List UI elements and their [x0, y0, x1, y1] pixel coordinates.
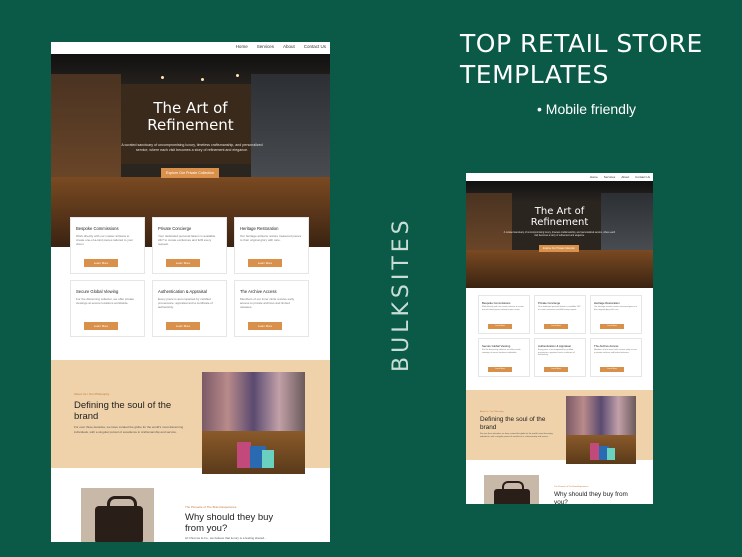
- service-card-desc: Every piece is accompanied by certified …: [538, 349, 575, 357]
- site-nav: Home Services About Contact Us: [466, 173, 653, 181]
- mobile-preview: Home Services About Contact Us The Art o…: [466, 173, 653, 504]
- hero-title: The Art of Refinement: [51, 100, 330, 134]
- hero-section: The Art of Refinement A curated sanctuar…: [466, 181, 653, 288]
- service-card: Bespoke Commissions Work directly with o…: [478, 295, 530, 334]
- service-card: Authentication & Appraisal Every piece i…: [534, 338, 586, 377]
- headline-line-1: TOP RETAIL STORE: [460, 29, 703, 58]
- service-card: Secure Global Viewing For the discerning…: [70, 280, 145, 337]
- about-section: About Us / Our Philosophy Defining the s…: [51, 360, 330, 474]
- service-card-button[interactable]: Learn More: [488, 367, 512, 372]
- headline: TOP RETAIL STORE TEMPLATES: [460, 28, 730, 90]
- about-title: Defining the soul of the brand: [74, 400, 172, 422]
- service-card-desc: Members of our inner circle receive earl…: [594, 349, 637, 354]
- nav-contact[interactable]: Contact Us: [304, 44, 326, 49]
- service-card-title: Secure Global Viewing: [76, 289, 119, 294]
- service-card: Heritage Restoration Our heritage artisa…: [590, 295, 642, 334]
- headline-line-2: TEMPLATES: [460, 60, 609, 89]
- service-card-title: Bespoke Commissions: [482, 301, 511, 305]
- why-body: At Chronos & Co., we believe that luxury…: [185, 536, 267, 540]
- about-eyebrow: About Us / Our Philosophy: [74, 392, 110, 396]
- service-card-button[interactable]: Learn More: [248, 259, 282, 267]
- about-eyebrow: About Us / Our Philosophy: [480, 411, 504, 413]
- leather-bag-image: [81, 488, 154, 542]
- service-card-button[interactable]: Learn More: [248, 322, 282, 330]
- hero-title-line-1: The Art of: [534, 206, 585, 217]
- service-card-title: Secure Global Viewing: [482, 344, 511, 348]
- nav-home[interactable]: Home: [236, 44, 248, 49]
- service-card-title: Private Concierge: [538, 301, 561, 305]
- service-card-button[interactable]: Learn More: [600, 367, 624, 372]
- hero-cta-button[interactable]: Explore Our Private Collection: [161, 168, 219, 178]
- brand-watermark: BULKSITES: [389, 216, 414, 372]
- hero-title: The Art of Refinement: [466, 206, 653, 228]
- nav-home[interactable]: Home: [590, 175, 598, 179]
- service-card-title: The Archive Access: [594, 344, 619, 348]
- service-card: Private Concierge Your dedicated persona…: [534, 295, 586, 334]
- hero-title-line-2: Refinement: [147, 116, 234, 134]
- service-card: The Archive Access Members of our inner …: [590, 338, 642, 377]
- nav-about[interactable]: About: [283, 44, 295, 49]
- service-card-title: Heritage Restoration: [240, 226, 279, 231]
- service-card-desc: For the discerning collector, we offer p…: [76, 297, 134, 305]
- service-card-title: The Archive Access: [240, 289, 277, 294]
- service-card-desc: Members of our inner circle receive earl…: [240, 297, 295, 309]
- service-card-desc: Our heritage artisans restore treasured …: [594, 306, 638, 311]
- why-eyebrow: The Pinnacle of The Brand Experience: [554, 486, 589, 488]
- about-section: About Us / Our Philosophy Defining the s…: [466, 390, 653, 464]
- hero-title-line-2: Refinement: [530, 217, 589, 228]
- desktop-preview: Home Services About Contact Us The Art o…: [51, 42, 330, 542]
- service-card: Bespoke Commissions Work directly with o…: [70, 217, 145, 274]
- why-title: Why should they buy from you?: [185, 512, 274, 534]
- about-title: Defining the soul of the brand: [480, 416, 546, 431]
- store-interior-image: [202, 372, 305, 474]
- service-card-desc: Every piece is accompanied by certified …: [158, 297, 213, 309]
- service-card-button[interactable]: Learn More: [544, 324, 568, 329]
- service-card-title: Bespoke Commissions: [76, 226, 119, 231]
- service-card-button[interactable]: Learn More: [166, 259, 200, 267]
- service-card-title: Authentication & Appraisal: [538, 344, 571, 348]
- service-card: Private Concierge Your dedicated persona…: [152, 217, 227, 274]
- hero-cta-button[interactable]: Explore Our Private Collection: [539, 245, 579, 252]
- about-body: For over three decades, we have curated …: [74, 425, 184, 434]
- hero-title-line-1: The Art of: [153, 99, 228, 117]
- service-card-button[interactable]: Learn More: [488, 324, 512, 329]
- about-body: For over three decades, we have curated …: [480, 433, 553, 438]
- leather-bag-image: [484, 475, 539, 504]
- service-card-title: Private Concierge: [158, 226, 192, 231]
- service-card-title: Authentication & Appraisal: [158, 289, 207, 294]
- service-card-desc: Work directly with our master artisans t…: [482, 306, 524, 311]
- service-card-button[interactable]: Learn More: [84, 259, 118, 267]
- hero-subtitle: A curated sanctuary of uncompromising lu…: [121, 143, 263, 152]
- service-card-button[interactable]: Learn More: [544, 367, 568, 372]
- why-title: Why should they buy from you?: [554, 491, 628, 504]
- nav-about[interactable]: About: [621, 175, 629, 179]
- site-nav: Home Services About Contact Us: [51, 42, 330, 54]
- service-card: The Archive Access Members of our inner …: [234, 280, 309, 337]
- hero-subtitle: A curated sanctuary of uncompromising lu…: [503, 232, 616, 237]
- service-card-desc: Work directly with our master artisans t…: [76, 234, 134, 246]
- nav-contact[interactable]: Contact Us: [635, 175, 650, 179]
- service-card-desc: Your dedicated personal liaison is avail…: [538, 306, 581, 311]
- why-section: The Pinnacle of The Brand Experience Why…: [466, 465, 653, 504]
- feature-bullet: • Mobile friendly: [537, 101, 637, 117]
- service-card-desc: Our heritage artisans restore treasured …: [240, 234, 302, 242]
- service-card: Authentication & Appraisal Every piece i…: [152, 280, 227, 337]
- service-card-desc: For the discerning collector, we offer p…: [482, 349, 521, 354]
- service-card-desc: Your dedicated personal liaison is avail…: [158, 234, 216, 246]
- why-section: The Pinnacle of The Brand Experience Why…: [51, 474, 330, 542]
- service-card-title: Heritage Restoration: [594, 301, 620, 305]
- service-card: Heritage Restoration Our heritage artisa…: [234, 217, 309, 274]
- why-eyebrow: The Pinnacle of The Brand Experience: [185, 505, 237, 509]
- nav-services[interactable]: Services: [604, 175, 616, 179]
- service-card-button[interactable]: Learn More: [166, 322, 200, 330]
- service-card-button[interactable]: Learn More: [600, 324, 624, 329]
- store-interior-image: [566, 396, 636, 464]
- service-card: Secure Global Viewing For the discerning…: [478, 338, 530, 377]
- service-card-button[interactable]: Learn More: [84, 322, 118, 330]
- nav-services[interactable]: Services: [257, 44, 274, 49]
